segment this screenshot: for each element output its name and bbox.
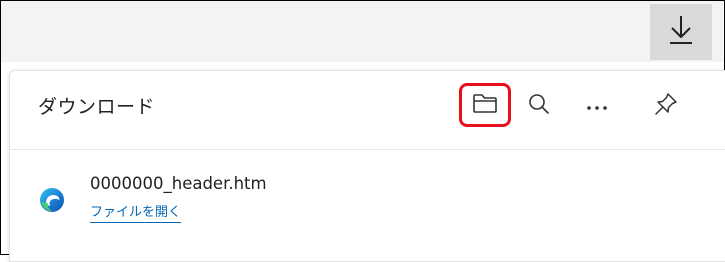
download-icon: [666, 13, 696, 51]
search-icon: [527, 92, 551, 120]
panel-title: ダウンロード: [38, 96, 156, 118]
pin-icon: [653, 91, 679, 121]
downloads-button[interactable]: [650, 4, 712, 60]
download-item[interactable]: 0000000_header.htm ファイルを開く: [10, 150, 725, 260]
search-downloads-button[interactable]: [519, 88, 559, 124]
file-name: 0000000_header.htm: [90, 174, 267, 193]
open-file-link[interactable]: ファイルを開く: [90, 201, 182, 223]
more-icon: [585, 97, 609, 116]
open-downloads-folder-button[interactable]: [459, 83, 511, 127]
folder-icon: [471, 91, 499, 119]
more-options-button[interactable]: [577, 88, 617, 124]
browser-toolbar: [1, 1, 723, 62]
edge-icon: [39, 187, 65, 213]
pin-panel-button[interactable]: [646, 88, 686, 124]
downloads-panel: ダウンロード 0000000_header.htm ファイルを開く: [9, 70, 725, 262]
